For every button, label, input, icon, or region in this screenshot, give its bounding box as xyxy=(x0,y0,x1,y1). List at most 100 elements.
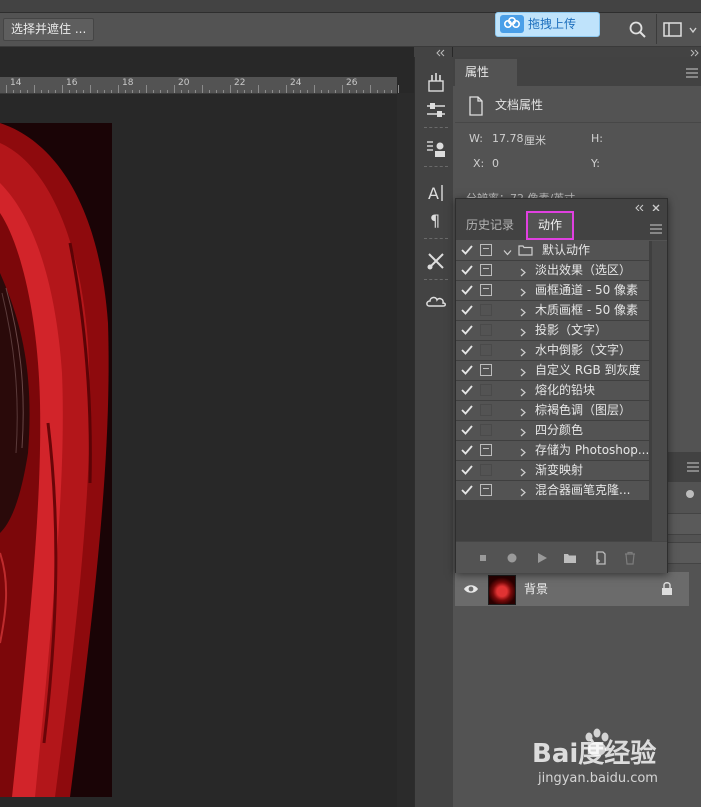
canvas-scrollbar[interactable] xyxy=(397,93,414,807)
action-row[interactable]: 投影（文字） xyxy=(456,321,649,341)
ruler-tick xyxy=(125,90,126,93)
fill-field[interactable] xyxy=(665,542,701,564)
layer-name[interactable]: 背景 xyxy=(524,572,548,606)
dialog-toggle-icon[interactable] xyxy=(480,404,492,416)
dialog-toggle-icon[interactable] xyxy=(480,284,492,296)
check-toggle-icon[interactable] xyxy=(460,343,474,357)
dialog-toggle-icon[interactable] xyxy=(480,424,492,436)
dialog-toggle-icon[interactable] xyxy=(480,484,492,496)
ruler-tick xyxy=(146,85,147,93)
check-toggle-icon[interactable] xyxy=(460,243,474,257)
chevron-right-icon[interactable] xyxy=(519,326,527,337)
chevron-right-icon[interactable] xyxy=(519,286,527,297)
x-value[interactable]: 0 xyxy=(492,157,499,170)
action-row[interactable]: 熔化的铅块 xyxy=(456,381,649,401)
chevron-right-icon[interactable] xyxy=(519,446,527,457)
check-toggle-icon[interactable] xyxy=(460,463,474,477)
eye-icon[interactable] xyxy=(463,582,479,596)
tool-presets-icon[interactable] xyxy=(425,250,447,272)
tool-strip-collapse-bar[interactable] xyxy=(414,47,452,57)
delete-trash-icon[interactable] xyxy=(623,551,637,565)
chevron-right-icon[interactable] xyxy=(519,466,527,477)
dock-collapse-bar[interactable] xyxy=(453,47,701,57)
opacity-field[interactable] xyxy=(665,513,701,535)
dialog-toggle-icon[interactable] xyxy=(480,264,492,276)
check-toggle-icon[interactable] xyxy=(460,423,474,437)
new-set-folder-icon[interactable] xyxy=(563,551,577,565)
lock-option-icon[interactable] xyxy=(686,490,694,498)
panel-menu-icon[interactable] xyxy=(686,67,698,78)
check-toggle-icon[interactable] xyxy=(460,403,474,417)
dialog-toggle-icon[interactable] xyxy=(480,464,492,476)
chevron-down-icon[interactable] xyxy=(503,246,512,256)
dialog-toggle-icon[interactable] xyxy=(480,444,492,456)
chevron-right-icon[interactable] xyxy=(519,266,527,277)
check-toggle-icon[interactable] xyxy=(460,443,474,457)
brush-presets-icon[interactable] xyxy=(425,72,447,94)
new-action-icon[interactable] xyxy=(594,551,608,565)
select-and-mask-button[interactable]: 选择并遮住 ... xyxy=(3,18,95,41)
ruler-tick xyxy=(272,90,273,93)
paragraph-icon[interactable]: ¶ xyxy=(425,209,447,231)
ruler-tick xyxy=(258,85,259,93)
strip-divider xyxy=(424,166,448,167)
action-set-row[interactable]: 默认动作 xyxy=(456,241,649,261)
ruler-tick xyxy=(251,90,252,93)
action-row[interactable]: 渐变映射 xyxy=(456,461,649,481)
strip-divider xyxy=(424,127,448,128)
play-icon[interactable] xyxy=(535,551,549,565)
panel-menu-icon[interactable] xyxy=(650,223,662,234)
adjustments-sliders-icon[interactable] xyxy=(425,99,447,121)
ruler-tick xyxy=(286,85,287,93)
creative-cloud-libraries-icon[interactable] xyxy=(425,291,447,313)
chevron-right-icon[interactable] xyxy=(519,486,527,497)
chevron-down-icon[interactable] xyxy=(688,24,698,34)
check-toggle-icon[interactable] xyxy=(460,383,474,397)
check-toggle-icon[interactable] xyxy=(460,303,474,317)
action-row[interactable]: 水中倒影（文字） xyxy=(456,341,649,361)
check-toggle-icon[interactable] xyxy=(460,283,474,297)
record-icon[interactable] xyxy=(505,551,519,565)
chevron-right-icon[interactable] xyxy=(519,346,527,357)
dialog-toggle-icon[interactable] xyxy=(480,384,492,396)
drag-upload-button[interactable]: 拖拽上传 xyxy=(495,12,600,37)
chevron-right-icon[interactable] xyxy=(519,366,527,377)
check-toggle-icon[interactable] xyxy=(460,323,474,337)
action-row[interactable]: 木质画框 - 50 像素 xyxy=(456,301,649,321)
action-row[interactable]: 淡出效果（选区） xyxy=(456,261,649,281)
tab-properties[interactable]: 属性 xyxy=(455,59,517,86)
dialog-toggle-icon[interactable] xyxy=(480,344,492,356)
actions-list: 默认动作 淡出效果（选区） 画框通道 - 50 像素 木质画框 - 50 像素 投影（文… xyxy=(456,241,652,541)
character-icon[interactable]: A xyxy=(425,182,447,204)
dialog-toggle-icon[interactable] xyxy=(480,244,492,256)
check-toggle-icon[interactable] xyxy=(460,263,474,277)
action-row[interactable]: 四分颜色 xyxy=(456,421,649,441)
dialog-toggle-icon[interactable] xyxy=(480,364,492,376)
action-row[interactable]: 棕褐色调（图层） xyxy=(456,401,649,421)
tab-history[interactable]: 历史记录 xyxy=(456,211,524,240)
action-row[interactable]: 自定义 RGB 到灰度 xyxy=(456,361,649,381)
chevron-right-icon[interactable] xyxy=(519,306,527,317)
width-value[interactable]: 17.78 xyxy=(492,132,524,145)
stop-icon[interactable] xyxy=(476,551,490,565)
action-row[interactable]: 画框通道 - 50 像素 xyxy=(456,281,649,301)
layer-row-background[interactable]: 背景 xyxy=(455,572,689,606)
dialog-toggle-icon[interactable] xyxy=(480,324,492,336)
chevron-right-icon[interactable] xyxy=(519,386,527,397)
action-row[interactable]: 存储为 Photoshop... xyxy=(456,441,649,461)
clone-source-icon[interactable] xyxy=(425,138,447,160)
close-icon[interactable] xyxy=(652,201,660,212)
tab-actions[interactable]: 动作 xyxy=(526,211,574,240)
chevron-right-icon[interactable] xyxy=(519,426,527,437)
check-toggle-icon[interactable] xyxy=(460,363,474,377)
chevron-right-icon[interactable] xyxy=(519,406,527,417)
collapse-panel-icon[interactable] xyxy=(634,201,644,212)
workspace-icon[interactable] xyxy=(662,20,684,40)
y-label: Y: xyxy=(591,157,600,170)
lock-icon[interactable] xyxy=(661,581,673,596)
actions-scrollbar[interactable] xyxy=(652,241,667,541)
dialog-toggle-icon[interactable] xyxy=(480,304,492,316)
search-icon[interactable] xyxy=(628,20,648,40)
check-toggle-icon[interactable] xyxy=(460,483,474,497)
action-row[interactable]: 混合器画笔克隆... xyxy=(456,481,649,501)
